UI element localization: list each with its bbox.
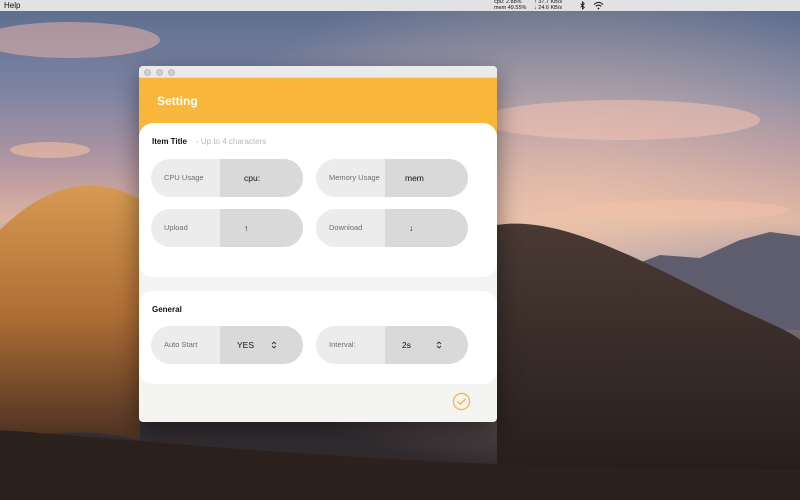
interval-field: Interval: 2s bbox=[316, 326, 468, 364]
upload-input[interactable]: ↑ bbox=[220, 209, 303, 247]
auto-start-label: Auto Start bbox=[164, 340, 198, 349]
auto-start-select[interactable]: YES bbox=[220, 326, 303, 364]
wifi-icon[interactable] bbox=[593, 1, 604, 10]
general-card: General Auto Start YES Interval: 2s bbox=[139, 291, 497, 384]
general-heading: General bbox=[152, 305, 182, 314]
bluetooth-icon[interactable] bbox=[578, 1, 587, 10]
memory-usage-field: Memory Usage mem bbox=[316, 159, 468, 197]
menu-help[interactable]: Help bbox=[4, 1, 20, 10]
upload-value[interactable]: ↑ bbox=[244, 209, 248, 247]
auto-start-field: Auto Start YES bbox=[151, 326, 303, 364]
zoom-button[interactable] bbox=[168, 69, 175, 76]
download-value[interactable]: ↓ bbox=[409, 209, 413, 247]
upload-field: Upload ↑ bbox=[151, 209, 303, 247]
interval-select[interactable]: 2s bbox=[385, 326, 468, 364]
download-field: Download ↓ bbox=[316, 209, 468, 247]
mem-stat: mem 49.55% bbox=[494, 4, 527, 11]
window-titlebar[interactable] bbox=[139, 66, 497, 78]
upload-label: Upload bbox=[164, 223, 188, 232]
cpu-usage-value[interactable]: cpu: bbox=[244, 159, 260, 197]
menu-bar: Help cpu: 2.88% ↑ 37.7 KB/s mem 49.55% ↓… bbox=[0, 0, 800, 11]
up-down-chevron-icon[interactable] bbox=[270, 340, 278, 350]
item-title-heading: Item Title bbox=[152, 137, 187, 146]
up-down-chevron-icon[interactable] bbox=[435, 340, 443, 350]
item-title-hint: - Up to 4 characters bbox=[196, 137, 267, 146]
interval-label: Interval: bbox=[329, 340, 356, 349]
memory-usage-input[interactable]: mem bbox=[385, 159, 468, 197]
download-input[interactable]: ↓ bbox=[385, 209, 468, 247]
settings-window: Setting Item Title - Up to 4 characters … bbox=[139, 66, 497, 422]
download-label: Download bbox=[329, 223, 363, 232]
cpu-usage-field: CPU Usage cpu: bbox=[151, 159, 303, 197]
cpu-usage-label: CPU Usage bbox=[164, 173, 204, 182]
memory-usage-value[interactable]: mem bbox=[405, 159, 424, 197]
download-stat: ↓ 24.6 KB/s bbox=[534, 4, 563, 11]
cpu-usage-input[interactable]: cpu: bbox=[220, 159, 303, 197]
minimize-button[interactable] bbox=[156, 69, 163, 76]
auto-start-value[interactable]: YES bbox=[237, 326, 254, 364]
interval-value[interactable]: 2s bbox=[402, 326, 411, 364]
item-title-card: Item Title - Up to 4 characters CPU Usag… bbox=[139, 123, 497, 277]
page-title: Setting bbox=[157, 94, 198, 108]
memory-usage-label: Memory Usage bbox=[329, 173, 380, 182]
status-bar-monitor[interactable]: cpu: 2.88% ↑ 37.7 KB/s mem 49.55% ↓ 24.6… bbox=[494, 0, 574, 11]
checkmark-circle-icon[interactable] bbox=[452, 392, 471, 411]
close-button[interactable] bbox=[144, 69, 151, 76]
